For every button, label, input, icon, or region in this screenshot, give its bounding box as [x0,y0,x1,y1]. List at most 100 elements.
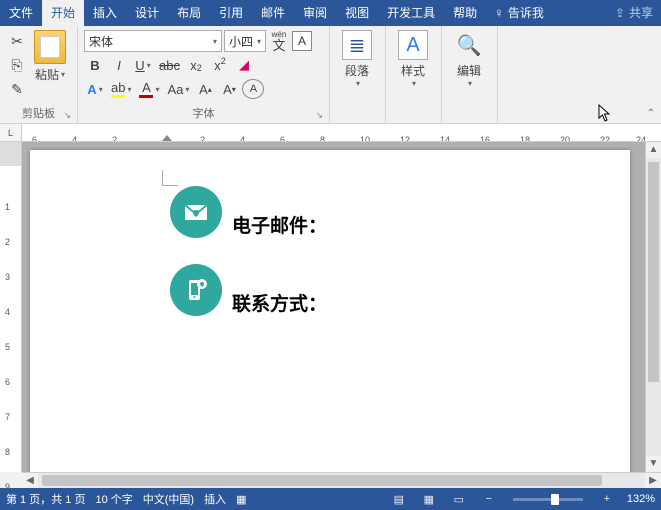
page[interactable]: 电子邮件： 联系方式： [30,150,630,472]
scrollbar-vertical[interactable]: ▲ ▼ [645,142,661,472]
zoom-out-button[interactable]: − [479,491,499,507]
view-print-button[interactable]: ▦ [419,491,439,507]
scroll-thumb[interactable] [648,162,659,382]
font-launcher[interactable]: ↘ [315,108,323,122]
ruler-tick: 9 [5,482,10,492]
macro-icon[interactable]: ▦ [236,493,246,506]
ruler-tick: 7 [5,412,10,422]
scroll-track[interactable] [38,473,645,488]
tab-insert[interactable]: 插入 [84,0,126,26]
phonetic-guide-button[interactable]: wén文 [268,30,290,52]
ruler-tick: 18 [520,135,530,143]
group-styles: A样式▾ [386,26,442,123]
ruler-tick: 10 [360,135,370,143]
underline-button[interactable]: U▾ [132,54,154,76]
styles-button[interactable]: A样式▾ [390,28,436,107]
change-case-button[interactable]: Aa▾ [165,78,193,100]
ruler-tick: 20 [560,135,570,143]
shrink-font-button[interactable]: A▾ [218,78,240,100]
group-clipboard-label: 剪贴板 [22,108,55,120]
view-read-button[interactable]: ▤ [389,491,409,507]
paste-label: 粘贴 [35,66,59,83]
copy-button[interactable]: ⎘ [6,54,28,76]
scroll-up-button[interactable]: ▲ [646,142,661,158]
ruler-vertical[interactable]: 1 2 3 4 5 6 7 8 9 [0,142,22,472]
zoom-thumb[interactable] [551,494,559,505]
tab-home[interactable]: 开始 [42,0,84,26]
status-words[interactable]: 10 个字 [95,491,132,507]
indent-marker[interactable] [162,133,172,143]
share-label: 共享 [629,0,653,26]
ruler-tick: 3 [5,272,10,282]
ruler-tick: 2 [112,135,117,143]
collapse-ribbon-button[interactable]: ⌃ [647,108,655,119]
menu-tabs: 文件 开始 插入 设计 布局 引用 邮件 审阅 视图 开发工具 帮助 ♀告诉我 … [0,0,661,26]
grow-font-button[interactable]: A▴ [194,78,216,100]
scrollbar-horizontal[interactable]: ◀ ▶ [22,472,661,488]
tab-layout[interactable]: 布局 [168,0,210,26]
zoom-slider[interactable] [513,498,583,501]
view-web-button[interactable]: ▭ [449,491,469,507]
scroll-thumb[interactable] [42,475,602,486]
editing-button[interactable]: 🔍编辑▾ [446,28,492,107]
clipboard-launcher[interactable]: ↘ [63,108,71,122]
strikethrough-button[interactable]: abc [156,54,183,76]
tab-dev[interactable]: 开发工具 [378,0,444,26]
bold-button[interactable]: B [84,54,106,76]
tab-help[interactable]: 帮助 [444,0,486,26]
email-label: 电子邮件： [232,211,327,238]
paste-button[interactable]: 粘贴▾ [30,28,70,107]
status-mode[interactable]: 插入 [204,491,226,507]
contact-label: 联系方式： [232,289,327,316]
scroll-right-button[interactable]: ▶ [645,473,661,488]
ruler-tick: 4 [5,307,10,317]
tell-me[interactable]: ♀告诉我 [486,0,552,26]
ruler-tick: 6 [280,135,285,143]
email-icon [170,186,222,238]
format-painter-button[interactable]: ✎ [6,78,28,100]
scroll-track[interactable] [646,158,661,456]
font-name-combo[interactable]: 宋体▾ [84,30,222,52]
document-area[interactable]: 电子邮件： 联系方式： [22,142,645,472]
tab-design[interactable]: 设计 [126,0,168,26]
tab-review[interactable]: 审阅 [294,0,336,26]
share-button[interactable]: ⇪共享 [607,0,661,26]
ruler-tick: 4 [72,135,77,143]
paragraph-button[interactable]: ≣段落▾ [334,28,380,107]
tab-references[interactable]: 引用 [210,0,252,26]
clear-formatting-button[interactable]: ◢ [233,54,255,76]
share-icon: ⇪ [615,0,625,26]
status-page[interactable]: 第 1 页，共 1 页 [6,491,85,507]
group-font: 宋体▾ 小四▾ wén文 A B I U▾ abc x2 x2 ◢ A▾ ab▾ [78,26,330,123]
tab-file[interactable]: 文件 [0,0,42,26]
margin-mark [162,170,178,186]
find-icon: 🔍 [454,30,484,60]
status-language[interactable]: 中文(中国) [143,491,194,507]
ruler-corner[interactable]: L [0,124,22,141]
tab-mail[interactable]: 邮件 [252,0,294,26]
tab-view[interactable]: 视图 [336,0,378,26]
font-size-combo[interactable]: 小四▾ [224,30,266,52]
italic-button[interactable]: I [108,54,130,76]
chevron-down-icon: ▾ [61,70,65,79]
superscript-button[interactable]: x2 [209,54,231,76]
subscript-button[interactable]: x2 [185,54,207,76]
enclose-characters-button[interactable]: A [242,79,264,99]
editing-label: 编辑 [457,64,481,78]
text-effects-button[interactable]: A▾ [84,78,106,100]
group-font-label: 字体 [193,108,215,120]
ruler-horizontal[interactable]: L 6 4 2 2 4 6 8 10 12 14 16 18 20 22 24 [0,124,661,142]
scroll-down-button[interactable]: ▼ [646,456,661,472]
scroll-left-button[interactable]: ◀ [22,473,38,488]
status-bar: 第 1 页，共 1 页 10 个字 中文(中国) 插入 ▦ ▤ ▦ ▭ − + … [0,488,661,510]
font-color-button[interactable]: A▾ [136,78,162,100]
highlight-button[interactable]: ab▾ [108,78,134,100]
cut-button[interactable]: ✂ [6,30,28,52]
ruler-tick: 22 [600,135,610,143]
character-border-button[interactable]: A [292,31,312,51]
zoom-in-button[interactable]: + [597,491,617,507]
styles-label: 样式 [401,64,425,78]
entry-email: 电子邮件： [170,186,606,238]
zoom-value[interactable]: 132% [627,493,655,505]
tell-me-label: 告诉我 [508,0,544,26]
